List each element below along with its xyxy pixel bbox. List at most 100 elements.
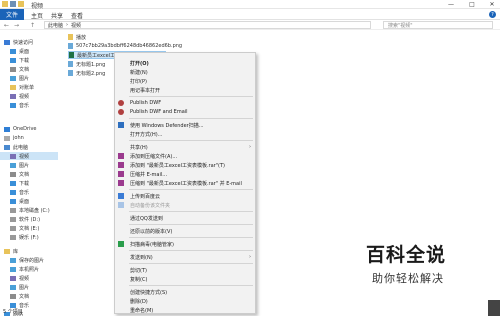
menu-item-publish-dwf[interactable]: Publish DWF (115, 99, 255, 107)
scrollbar-thumb[interactable] (488, 300, 500, 316)
nav-this-pc-music[interactable]: 音乐 (10, 188, 68, 196)
nav-downloads[interactable]: 下载 (10, 56, 68, 64)
menu-item-add-archive[interactable]: 添加到压缩文件(A)... (115, 152, 255, 160)
tab-view[interactable]: 查看 (71, 11, 83, 20)
menu-item-share[interactable]: 共享(H) › (115, 143, 255, 151)
menu-item-upload-baidu[interactable]: 上传到百度云 (115, 192, 255, 200)
nav-this-pc-desktop[interactable]: 桌面 (10, 197, 68, 205)
nav-pictures[interactable]: 图片 (10, 74, 68, 82)
nav-this-pc-downloads[interactable]: 下载 (10, 179, 68, 187)
picture-icon (10, 75, 16, 81)
list-item[interactable]: 无标题1.png (68, 60, 108, 68)
minimize-button[interactable]: — (444, 0, 458, 9)
nav-lib-pictures[interactable]: 图片 (10, 283, 68, 291)
watermark: 百科全说 助你轻松解决 (366, 240, 466, 290)
menu-item-virus-scan[interactable]: 扫描病毒(电脑管家) (115, 240, 255, 248)
cloud-icon (4, 126, 10, 132)
download-icon (10, 57, 16, 63)
folder-icon[interactable] (2, 1, 8, 7)
nav-saved-pictures[interactable]: 保存的图片 (10, 256, 68, 264)
image-file-icon (68, 61, 73, 67)
menu-item-open-with[interactable]: 打开方式(H)... (115, 130, 255, 138)
up-button[interactable]: ↑ (30, 22, 35, 29)
picture-icon (10, 162, 16, 168)
search-input[interactable]: 搜索"视频" (383, 21, 493, 29)
menu-separator (129, 285, 253, 286)
menu-item-auto-backup[interactable]: 自动备份该文件夹 (115, 201, 255, 209)
nav-libraries[interactable]: 库 (4, 247, 62, 255)
tab-home[interactable]: 主页 (31, 11, 43, 20)
menu-item-open-notepad[interactable]: 用记事本打开 (115, 86, 255, 94)
address-row: ← → ↑ 此电脑 › 视频 搜索"视频" (0, 20, 500, 30)
list-item[interactable]: 无标题2.png (68, 69, 108, 77)
breadcrumb-this-pc[interactable]: 此电脑 (48, 22, 63, 29)
menu-separator (129, 250, 253, 251)
winrar-icon (118, 171, 124, 177)
forward-button[interactable]: → (14, 22, 19, 29)
nav-drive-c[interactable]: 本地磁盘 (C:) (10, 206, 68, 214)
menu-item-compress-rar-email[interactable]: 压缩到 "最新员工excel工资表模板.rar" 并 E-mail (115, 179, 255, 187)
title-bar: 视频 — □ ✕ (0, 0, 500, 10)
nav-statements[interactable]: 对账单 (10, 83, 68, 91)
menu-item-delete[interactable]: 删除(D) (115, 297, 255, 305)
menu-item-defender-scan[interactable]: 使用 Windows Defender扫描... (115, 121, 255, 129)
picture-icon (10, 284, 16, 290)
list-item[interactable]: 播放 (68, 33, 128, 41)
menu-item-publish-dwf-email[interactable]: Publish DWF and Email (115, 108, 255, 116)
cloud-upload-icon (118, 193, 124, 199)
drive-icon (10, 216, 16, 222)
menu-item-send-to[interactable]: 发送到(N) › (115, 253, 255, 261)
menu-separator (129, 211, 253, 212)
backup-icon (118, 202, 124, 208)
menu-item-copy[interactable]: 复制(C) (115, 275, 255, 283)
image-file-icon (68, 70, 73, 76)
maximize-button[interactable]: □ (465, 0, 479, 9)
nav-quick-access[interactable]: 快速访问 (4, 38, 62, 46)
nav-this-pc-pictures[interactable]: 图片 (10, 161, 68, 169)
shield-icon (118, 122, 124, 128)
tab-share[interactable]: 共享 (51, 11, 63, 20)
nav-this-pc-videos[interactable]: 视频 (0, 152, 58, 160)
nav-lib-videos[interactable]: 视频 (10, 274, 68, 282)
document-icon (10, 66, 16, 72)
nav-desktop[interactable]: 桌面 (10, 47, 68, 55)
menu-item-new[interactable]: 新建(N) (115, 68, 255, 76)
address-bar[interactable]: 此电脑 › 视频 (44, 21, 371, 29)
save-icon[interactable] (10, 1, 16, 7)
nav-drive-d[interactable]: 软件 (D:) (10, 215, 68, 223)
tab-file[interactable]: 文件 (0, 9, 24, 20)
back-button[interactable]: ← (4, 22, 9, 29)
menu-item-cut[interactable]: 剪切(T) (115, 266, 255, 274)
menu-item-send-qq[interactable]: 通过QQ发送到 (115, 214, 255, 222)
menu-item-create-shortcut[interactable]: 创建快捷方式(S) (115, 288, 255, 296)
drive-icon (10, 207, 16, 213)
nav-user[interactable]: john (4, 134, 62, 142)
nav-drive-f[interactable]: 娱乐 (F:) (10, 233, 68, 241)
navigation-pane: 快速访问 桌面 下载 文档 图片 对账单 视频 音乐 OneDrive john… (0, 31, 58, 316)
nav-this-pc[interactable]: 此电脑 (4, 143, 62, 151)
nav-lib-documents[interactable]: 文档 (10, 292, 68, 300)
breadcrumb-videos[interactable]: 视频 (71, 22, 81, 29)
menu-separator (129, 189, 253, 190)
nav-this-pc-documents[interactable]: 文档 (10, 170, 68, 178)
chevron-right-icon: › (249, 144, 251, 150)
menu-item-add-to-rar[interactable]: 添加到 "最新员工excel工资表模板.rar"(T) (115, 161, 255, 169)
picture-icon (10, 266, 16, 272)
nav-onedrive[interactable]: OneDrive (4, 125, 62, 133)
nav-documents[interactable]: 文档 (10, 65, 68, 73)
nav-music[interactable]: 音乐 (10, 101, 68, 109)
new-folder-icon[interactable] (18, 1, 24, 7)
nav-camera-roll[interactable]: 本机照片 (10, 265, 68, 273)
menu-item-print[interactable]: 打印(P) (115, 77, 255, 85)
nav-drive-e[interactable]: 文档 (E:) (10, 224, 68, 232)
menu-item-open[interactable]: 打开(O) (115, 59, 255, 67)
help-icon[interactable]: ? (489, 11, 496, 18)
menu-item-rename[interactable]: 重命名(M) (115, 306, 255, 314)
menu-item-compress-email[interactable]: 压缩并 E-mail... (115, 170, 255, 178)
nav-videos[interactable]: 视频 (10, 92, 68, 100)
video-icon (10, 275, 16, 281)
close-button[interactable]: ✕ (485, 0, 499, 9)
quick-access-toolbar (2, 1, 24, 7)
menu-item-restore-versions[interactable]: 还原以前的版本(V) (115, 227, 255, 235)
list-item[interactable]: 507c7bb29a3bdbff6248db46862ed6b.png (68, 42, 188, 50)
